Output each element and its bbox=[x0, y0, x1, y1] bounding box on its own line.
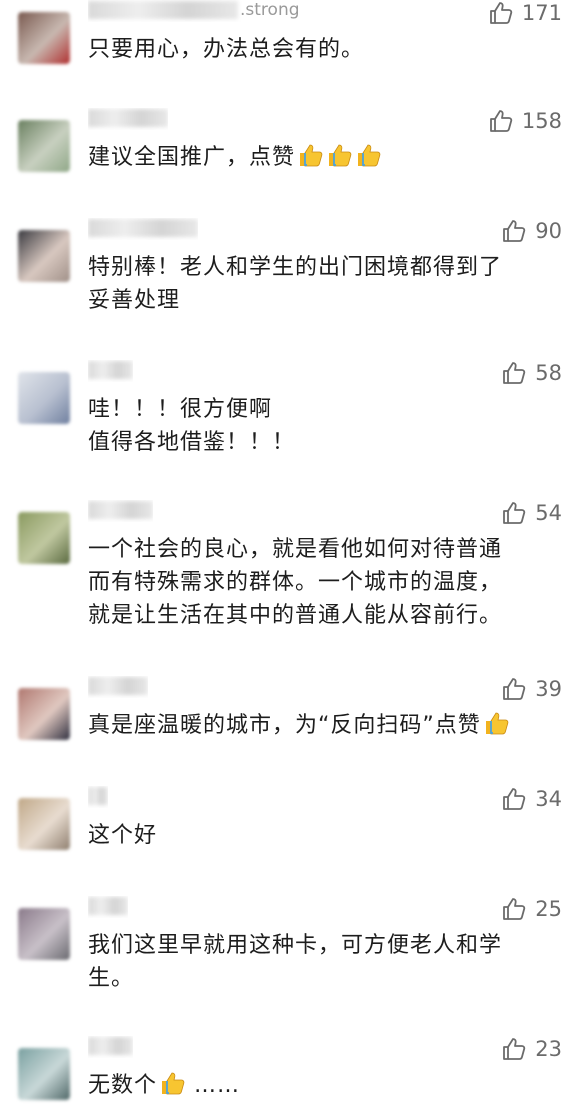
nickname-blur bbox=[88, 219, 198, 237]
nickname[interactable] bbox=[88, 676, 148, 698]
nickname-blur bbox=[88, 109, 168, 127]
comment-body: 一个社会的良心，就是看他如何对待普通 而有特殊需求的群体。一个城市的温度， 就是… bbox=[88, 537, 503, 628]
nickname[interactable] bbox=[88, 500, 153, 522]
nickname[interactable] bbox=[88, 108, 168, 130]
thumbs-up-icon bbox=[488, 0, 514, 26]
like-button[interactable]: 171 bbox=[488, 0, 562, 26]
like-button[interactable]: 23 bbox=[501, 1036, 562, 1062]
like-count: 34 bbox=[535, 787, 562, 811]
avatar[interactable] bbox=[18, 372, 70, 424]
comment-text: 我们这里早就用这种卡，可方便老人和学 生。 bbox=[88, 929, 558, 995]
comment-text: 这个好 bbox=[88, 819, 558, 852]
comment-body: 真是座温暖的城市，为“反向扫码”点赞 bbox=[88, 713, 481, 738]
comment-body: 建议全国推广，点赞 bbox=[88, 145, 296, 170]
comment-trailing: …… bbox=[186, 1073, 241, 1098]
nickname-blur bbox=[88, 787, 108, 805]
comment-text: 真是座温暖的城市，为“反向扫码”点赞 bbox=[88, 709, 558, 742]
like-count: 58 bbox=[535, 361, 562, 385]
like-count: 23 bbox=[535, 1037, 562, 1061]
avatar[interactable] bbox=[18, 798, 70, 850]
like-button[interactable]: 58 bbox=[501, 360, 562, 386]
thumbs-up-icon bbox=[501, 360, 527, 386]
avatar[interactable] bbox=[18, 120, 70, 172]
comment-body: 我们这里早就用这种卡，可方便老人和学 生。 bbox=[88, 933, 503, 991]
nickname-blur bbox=[88, 1037, 133, 1055]
like-button[interactable]: 158 bbox=[488, 108, 562, 134]
like-count: 54 bbox=[535, 501, 562, 525]
nickname-blur bbox=[88, 1, 238, 19]
nickname-text: .strong bbox=[240, 0, 300, 20]
nickname[interactable] bbox=[88, 360, 133, 382]
like-button[interactable]: 34 bbox=[501, 786, 562, 812]
like-count: 158 bbox=[521, 109, 562, 133]
comment-text: 建议全国推广，点赞 bbox=[88, 141, 558, 174]
nickname[interactable] bbox=[88, 1036, 133, 1058]
nickname-blur bbox=[88, 897, 128, 915]
like-button[interactable]: 25 bbox=[501, 896, 562, 922]
thumbs-up-icon bbox=[501, 500, 527, 526]
like-count: 90 bbox=[535, 219, 562, 243]
like-button[interactable]: 90 bbox=[501, 218, 562, 244]
comment-text: 特别棒！老人和学生的出门困境都得到了 妥善处理 bbox=[88, 251, 558, 317]
comment-body: 哇！！！很方便啊 值得各地借鉴！！！ bbox=[88, 397, 296, 455]
thumbs-up-icon bbox=[488, 108, 514, 134]
thumbs-up-emoji-icon bbox=[482, 709, 510, 737]
like-button[interactable]: 39 bbox=[501, 676, 562, 702]
avatar[interactable] bbox=[18, 1048, 70, 1100]
avatar[interactable] bbox=[18, 12, 70, 64]
thumbs-up-emoji-icon bbox=[158, 1069, 186, 1097]
like-count: 39 bbox=[535, 677, 562, 701]
thumbs-up-icon bbox=[501, 676, 527, 702]
comment-body: 这个好 bbox=[88, 823, 158, 848]
thumbs-up-emoji-icon bbox=[325, 141, 353, 169]
nickname[interactable] bbox=[88, 786, 108, 808]
thumbs-up-icon bbox=[501, 896, 527, 922]
thumbs-up-icon bbox=[501, 218, 527, 244]
avatar[interactable] bbox=[18, 908, 70, 960]
comment-text: 无数个 …… bbox=[88, 1069, 558, 1102]
comment-body: 无数个 bbox=[88, 1073, 158, 1098]
comment-body: 只要用心，办法总会有的。 bbox=[88, 37, 365, 62]
comment-body: 特别棒！老人和学生的出门困境都得到了 妥善处理 bbox=[88, 255, 503, 313]
like-count: 25 bbox=[535, 897, 562, 921]
comment-text: 一个社会的良心，就是看他如何对待普通 而有特殊需求的群体。一个城市的温度， 就是… bbox=[88, 533, 558, 632]
thumbs-up-icon bbox=[501, 1036, 527, 1062]
avatar[interactable] bbox=[18, 512, 70, 564]
thumbs-up-emoji-icon bbox=[354, 141, 382, 169]
thumbs-up-emoji-icon bbox=[296, 141, 324, 169]
like-button[interactable]: 54 bbox=[501, 500, 562, 526]
comment-text: 只要用心，办法总会有的。 bbox=[88, 33, 558, 66]
thumbs-up-icon bbox=[501, 786, 527, 812]
nickname[interactable] bbox=[88, 896, 128, 918]
nickname[interactable] bbox=[88, 218, 198, 240]
avatar[interactable] bbox=[18, 688, 70, 740]
comment-text: 哇！！！很方便啊 值得各地借鉴！！！ bbox=[88, 393, 558, 459]
nickname-blur bbox=[88, 361, 133, 379]
nickname-blur bbox=[88, 677, 148, 695]
nickname-blur bbox=[88, 501, 153, 519]
avatar[interactable] bbox=[18, 230, 70, 282]
like-count: 171 bbox=[521, 1, 562, 25]
nickname[interactable]: .strong bbox=[88, 0, 300, 22]
